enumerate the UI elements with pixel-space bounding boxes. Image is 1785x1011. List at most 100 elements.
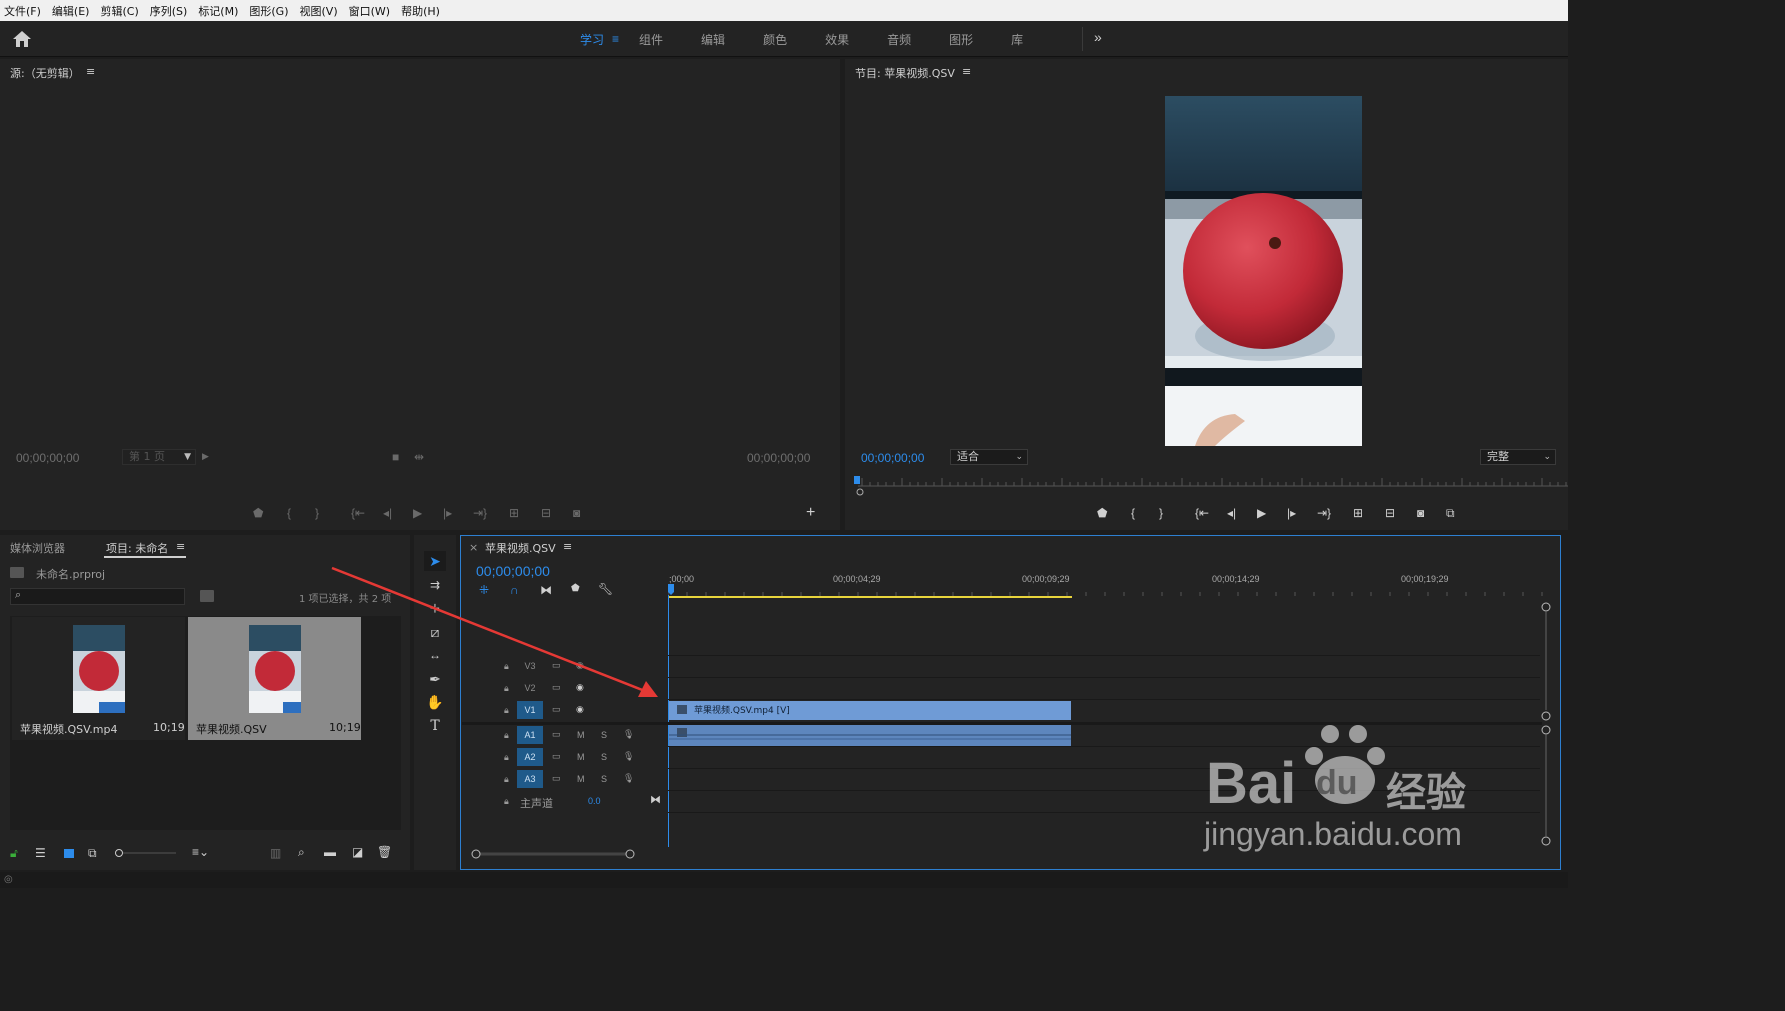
go-to-in-icon[interactable]: {⇤ (1195, 506, 1209, 520)
step-back-icon[interactable]: ◂| (1227, 506, 1236, 520)
new-item-icon[interactable]: ◪ (352, 845, 363, 859)
workspace-tab-effects[interactable]: 效果 (825, 31, 849, 48)
microphone-icon[interactable]: 🎙︎ (623, 773, 634, 784)
icon-view-icon[interactable] (64, 849, 74, 858)
lock-icon[interactable]: 🔒︎ (504, 752, 509, 763)
timeline-tab-title[interactable]: 苹果视频.QSV (485, 540, 556, 556)
camera-icon[interactable]: ◙ (573, 506, 580, 520)
menu-view[interactable]: 视图(V) (300, 3, 338, 19)
sync-lock-icon[interactable]: ▭ (552, 773, 561, 784)
panel-menu-icon[interactable]: ≡ (86, 65, 95, 78)
safe-margin-icon[interactable]: ■ (392, 450, 399, 464)
panel-menu-icon[interactable]: ≡ (563, 540, 572, 553)
panel-menu-icon[interactable]: ≡ (176, 540, 185, 553)
zoom-select[interactable]: 适合 ⌄ (950, 449, 1028, 465)
add-marker-icon[interactable]: ⬟ (1097, 506, 1107, 520)
new-bin-icon[interactable]: ▬ (324, 845, 336, 859)
program-timecode[interactable]: 00;00;00;00 (861, 451, 924, 465)
program-time-ruler[interactable] (852, 474, 1568, 496)
workspace-tab-libraries[interactable]: 库 (1011, 31, 1023, 48)
add-button[interactable]: + (806, 504, 815, 522)
camera-icon[interactable]: ◙ (1417, 506, 1424, 520)
type-tool-icon[interactable]: T (424, 716, 446, 736)
sync-lock-icon[interactable]: ▭ (552, 751, 561, 762)
mark-out-icon[interactable]: } (315, 506, 319, 520)
sync-lock-icon[interactable]: ▭ (552, 704, 561, 715)
sync-lock-icon[interactable]: ▭ (552, 729, 561, 740)
microphone-icon[interactable]: 🎙︎ (623, 729, 634, 740)
workspace-tab-editing[interactable]: 编辑 (701, 31, 725, 48)
workspace-tab-audio[interactable]: 音频 (887, 31, 911, 48)
workspace-tab-color[interactable]: 颜色 (763, 31, 787, 48)
solo-button[interactable]: S (601, 730, 607, 740)
panel-menu-icon[interactable]: ≡ (962, 65, 971, 78)
home-icon[interactable] (12, 30, 32, 48)
extract-icon[interactable]: ⊟ (1385, 506, 1395, 520)
program-monitor-title[interactable]: 节目: 苹果视频.QSV (855, 65, 955, 81)
go-to-in-icon[interactable]: {⇤ (351, 506, 365, 520)
step-back-icon[interactable]: ◂| (383, 506, 392, 520)
workspace-menu-icon[interactable]: ≡ (612, 32, 619, 46)
menu-markers[interactable]: 标记(M) (198, 3, 238, 19)
solo-button[interactable]: S (601, 774, 607, 784)
add-marker-icon[interactable]: ⬟ (253, 506, 263, 520)
freeform-view-icon[interactable]: ⧉ (88, 846, 97, 861)
play-icon[interactable]: ▶ (1257, 506, 1266, 520)
mark-out-icon[interactable]: } (1159, 506, 1163, 520)
timeline-horizontal-scrollbar[interactable] (470, 848, 640, 860)
go-to-out-icon[interactable]: ⇥} (1317, 506, 1331, 520)
find-icon[interactable]: ⌕ (298, 845, 305, 860)
microphone-icon[interactable]: 🎙︎ (623, 751, 634, 762)
timeline-vertical-scrollbar[interactable] (1539, 600, 1553, 850)
lock-icon[interactable]: 🔒︎ (504, 796, 509, 807)
sort-icon[interactable]: ≡⌄ (192, 845, 209, 859)
eye-icon[interactable]: ◉ (576, 704, 584, 715)
workspace-tab-graphics[interactable]: 图形 (949, 31, 973, 48)
menu-window[interactable]: 窗口(W) (349, 3, 390, 19)
mark-in-icon[interactable]: { (287, 506, 291, 520)
lock-icon[interactable]: 🔒︎ (504, 705, 509, 716)
lock-icon[interactable]: 🔒︎ (504, 730, 509, 741)
step-forward-icon[interactable]: |▸ (443, 506, 452, 520)
list-view-icon[interactable]: ☰ (35, 846, 46, 860)
mute-button[interactable]: M (577, 774, 585, 784)
step-forward-icon[interactable]: |▸ (1287, 506, 1296, 520)
project-search-input[interactable]: ⌕ (10, 588, 185, 605)
insert-icon[interactable]: ⊞ (509, 506, 519, 520)
track-target-a2[interactable]: A2 (517, 748, 543, 766)
go-to-end-icon[interactable]: ⧓ (650, 793, 661, 806)
source-timecode-left[interactable]: 00;00;00;00 (16, 451, 79, 465)
source-monitor-title[interactable]: 源:（无剪辑） (10, 65, 80, 81)
play-arrow-icon[interactable]: ▶ (202, 451, 209, 462)
tab-media-browser[interactable]: 媒体浏览器 (10, 540, 65, 556)
workspace-tab-assembly[interactable]: 组件 (639, 31, 663, 48)
settings-small-icon[interactable]: ⇹ (414, 450, 424, 464)
menu-sequence[interactable]: 序列(S) (150, 3, 188, 19)
project-item[interactable]: 苹果视频.QSV.mp4 10;19 (12, 617, 185, 740)
video-clip[interactable]: 苹果视频.QSV.mp4 [V] (669, 701, 1071, 720)
new-search-bin-icon[interactable] (200, 590, 214, 602)
mute-button[interactable]: M (577, 752, 585, 762)
menu-file[interactable]: 文件(F) (4, 3, 41, 19)
track-target-a3[interactable]: A3 (517, 770, 543, 788)
solo-button[interactable]: S (601, 752, 607, 762)
zoom-slider[interactable] (114, 848, 178, 858)
comparison-view-icon[interactable]: ⧉ (1446, 506, 1455, 521)
master-volume-value[interactable]: 0.0 (588, 796, 601, 806)
workspace-tab-learning[interactable]: 学习 (580, 31, 604, 48)
more-workspaces-icon[interactable]: » (1094, 29, 1102, 45)
overwrite-icon[interactable]: ⊟ (541, 506, 551, 520)
automate-to-sequence-icon[interactable]: ▥ (270, 846, 281, 860)
menu-edit[interactable]: 编辑(E) (52, 3, 90, 19)
mute-button[interactable]: M (577, 730, 585, 740)
play-icon[interactable]: ▶ (413, 506, 422, 520)
quality-select[interactable]: 完整 ⌄ (1480, 449, 1556, 465)
lock-icon[interactable]: 🔒︎ (504, 774, 509, 785)
close-icon[interactable]: × (469, 541, 478, 554)
page-select[interactable]: 第 1 页 ▼ (122, 449, 196, 465)
tab-project[interactable]: 项目: 未命名 (106, 540, 168, 556)
audio-clip[interactable] (669, 725, 1071, 746)
mark-in-icon[interactable]: { (1131, 506, 1135, 520)
menu-clip[interactable]: 剪辑(C) (100, 3, 138, 19)
menu-graphics[interactable]: 图形(G) (249, 3, 288, 19)
